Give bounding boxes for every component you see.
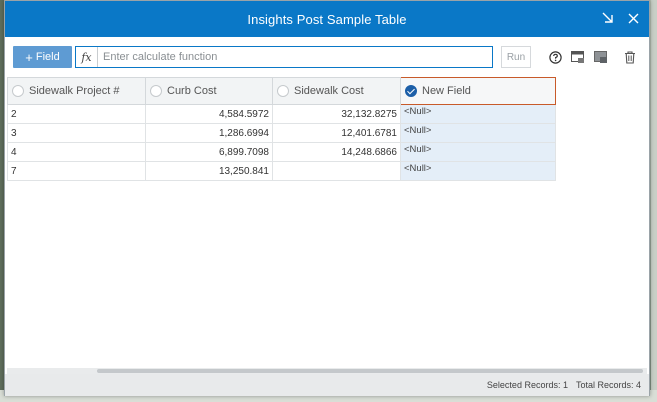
column-select-radio[interactable] [277, 85, 289, 97]
column-select-radio[interactable] [12, 85, 24, 97]
column-selected-check-icon[interactable] [405, 85, 417, 97]
column-label: Sidewalk Project # [29, 85, 120, 97]
cell-project[interactable]: 3 [7, 123, 146, 143]
cell-curb-cost[interactable]: 6,899.7098 [145, 142, 273, 162]
scrollbar-thumb[interactable] [97, 369, 643, 373]
table-tools [548, 37, 637, 77]
table-row[interactable]: 4 6,899.7098 14,248.6866 <Null> [7, 142, 556, 162]
cell-sidewalk-cost[interactable]: 14,248.6866 [272, 142, 401, 162]
table-row[interactable]: 2 4,584.5972 32,132.8275 <Null> [7, 104, 556, 124]
calculate-function-input[interactable] [98, 51, 488, 63]
column-label: Sidewalk Cost [294, 85, 364, 97]
cell-curb-cost[interactable]: 13,250.841 [145, 161, 273, 181]
column-label: New Field [422, 85, 471, 97]
column-header-new-field[interactable]: New Field [400, 77, 556, 105]
add-field-label: Field [35, 51, 60, 63]
export-table-icon[interactable] [571, 50, 585, 64]
cell-sidewalk-cost[interactable]: 32,132.8275 [272, 104, 401, 124]
help-icon[interactable] [548, 50, 562, 64]
total-records-count: Total Records: 4 [575, 380, 641, 390]
calculate-box: fx [75, 46, 493, 68]
column-header-sidewalk-cost[interactable]: Sidewalk Cost [272, 77, 401, 105]
cell-sidewalk-cost[interactable]: 12,401.6781 [272, 123, 401, 143]
cell-sidewalk-cost[interactable] [272, 161, 401, 181]
data-table: Sidewalk Project # Curb Cost Sidewalk Co… [7, 77, 556, 181]
data-table-area: Sidewalk Project # Curb Cost Sidewalk Co… [7, 77, 647, 367]
cell-project[interactable]: 7 [7, 161, 146, 181]
cell-new-field[interactable]: <Null> [400, 104, 556, 124]
cell-new-field[interactable]: <Null> [400, 142, 556, 162]
title-bar[interactable]: Insights Post Sample Table [5, 1, 649, 37]
table-header-row: Sidewalk Project # Curb Cost Sidewalk Co… [7, 77, 556, 105]
status-bar: Selected Records: 1 Total Records: 4 [5, 374, 649, 396]
column-header-curb-cost[interactable]: Curb Cost [145, 77, 273, 105]
table-row[interactable]: 3 1,286.6994 12,401.6781 <Null> [7, 123, 556, 143]
table-row[interactable]: 7 13,250.841 <Null> [7, 161, 556, 181]
cell-project[interactable]: 4 [7, 142, 146, 162]
delete-icon[interactable] [623, 50, 637, 64]
column-select-radio[interactable] [150, 85, 162, 97]
cell-project[interactable]: 2 [7, 104, 146, 124]
selected-records-count: Selected Records: 1 [486, 380, 568, 390]
column-header-sidewalk-project[interactable]: Sidewalk Project # [7, 77, 146, 105]
cell-curb-cost[interactable]: 4,584.5972 [145, 104, 273, 124]
cell-curb-cost[interactable]: 1,286.6994 [145, 123, 273, 143]
minimize-arrow-icon[interactable] [602, 12, 614, 26]
toolbar: + Field fx Run [5, 37, 649, 77]
filter-table-icon[interactable] [594, 50, 608, 64]
close-icon[interactable] [628, 12, 639, 26]
sample-table-dialog: Insights Post Sample Table + Field fx Ru… [4, 0, 650, 396]
dialog-title: Insights Post Sample Table [247, 11, 407, 27]
cell-new-field[interactable]: <Null> [400, 161, 556, 181]
fx-icon[interactable]: fx [76, 47, 98, 67]
map-right-edge [651, 0, 657, 402]
run-button[interactable]: Run [501, 46, 531, 68]
cell-new-field[interactable]: <Null> [400, 123, 556, 143]
plus-icon: + [25, 49, 33, 65]
add-field-button[interactable]: + Field [13, 46, 72, 68]
column-label: Curb Cost [167, 85, 217, 97]
title-controls [602, 1, 639, 37]
